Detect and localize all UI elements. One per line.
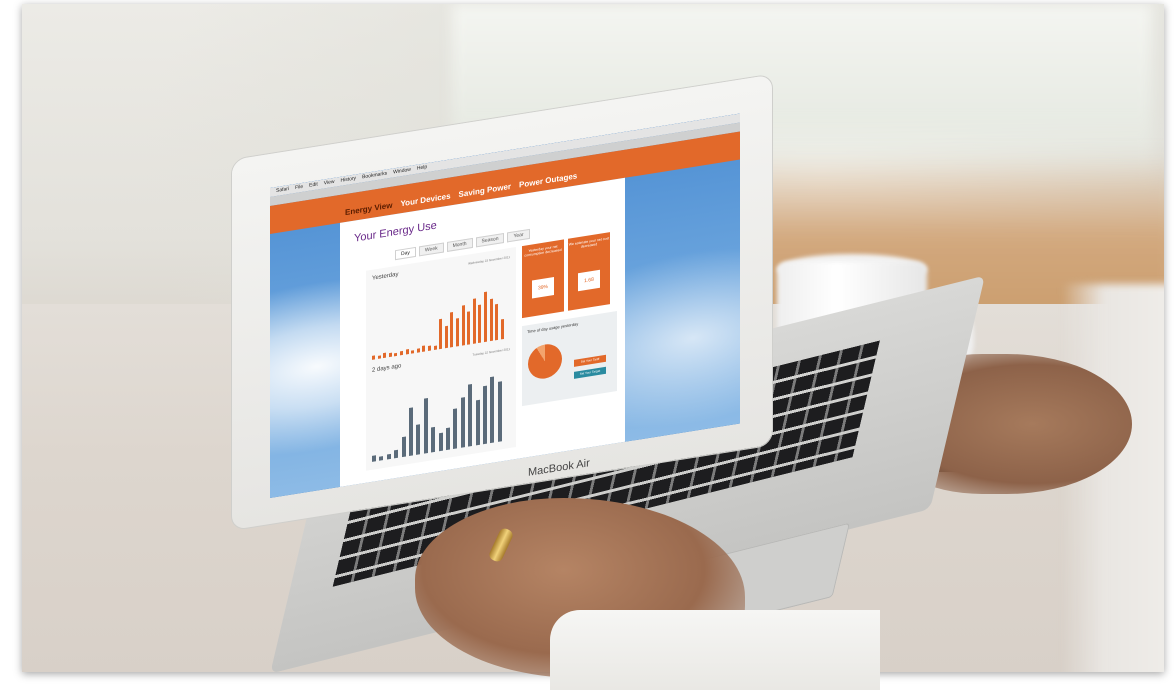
- chart-2days-date: Tuesday 22 November 2011: [472, 346, 510, 357]
- tab-day[interactable]: Day: [395, 246, 416, 261]
- chart-yesterday-bar: [411, 350, 415, 354]
- chart-yesterday-bar: [500, 318, 504, 340]
- chart-yesterday-bar: [456, 318, 459, 347]
- chart-2days-bar: [438, 432, 443, 452]
- chart-2days-bar: [490, 376, 495, 444]
- chart-yesterday-bar: [400, 350, 403, 356]
- chart-yesterday-bar: [388, 352, 392, 358]
- chart-2days-bar: [431, 426, 436, 453]
- chart-yesterday-bar: [394, 352, 398, 357]
- set-target-button[interactable]: Set Your Target: [574, 366, 606, 379]
- tab-year[interactable]: Year: [507, 228, 530, 243]
- consumption-card-text: Yesterday your net consumption decreased: [524, 244, 562, 258]
- chart-yesterday-bar: [383, 352, 387, 359]
- chart-yesterday-bar: [467, 311, 471, 345]
- chart-yesterday-bar: [433, 345, 437, 351]
- cost-card-text: We estimate your net cost decreased: [568, 236, 610, 249]
- chart-yesterday-bars: [372, 268, 512, 360]
- chart-yesterday-bar: [372, 355, 375, 360]
- chart-2days-bar: [483, 385, 487, 445]
- left-shirt-cuff: [550, 610, 880, 690]
- cost-card: We estimate your net cost decreased 1.68: [568, 232, 610, 311]
- chart-yesterday-bar: [478, 304, 482, 343]
- usage-charts: Yesterday Wednesday 23 November 2011 2 d…: [366, 247, 516, 471]
- chart-2days-bar: [379, 456, 384, 461]
- chart-2days-bar: [401, 436, 406, 458]
- tab-season[interactable]: Season: [475, 232, 505, 248]
- chart-2days-bar: [372, 455, 376, 462]
- chart-2days-bar: [453, 408, 458, 449]
- consumption-card-value: 39%: [532, 277, 554, 299]
- time-of-day-widget: Time of day usage yesterday Set Your Tar…: [522, 311, 617, 407]
- chart-2days-bar: [386, 453, 391, 460]
- chart-2days-bar: [468, 383, 473, 447]
- chart-2days-bar: [394, 449, 399, 459]
- cost-card-value: 1.68: [578, 269, 600, 292]
- chart-yesterday-bar: [489, 298, 493, 342]
- tab-week[interactable]: Week: [418, 242, 444, 257]
- chart-2days-bar: [460, 397, 465, 448]
- chart-yesterday-bar: [484, 291, 487, 343]
- chart-2days-bar: [409, 407, 413, 456]
- chart-yesterday-bar: [377, 355, 381, 359]
- chart-yesterday-bar: [495, 303, 499, 341]
- chart-yesterday-date: Wednesday 23 November 2011: [468, 254, 510, 266]
- chart-yesterday-bar: [472, 298, 476, 344]
- chart-2days-bar: [423, 398, 428, 454]
- chart-yesterday-bar: [439, 318, 443, 350]
- chart-yesterday-bar: [428, 345, 431, 351]
- chart-yesterday-bar: [422, 345, 426, 352]
- chart-2days-bar: [497, 381, 502, 442]
- chart-2days-bar: [446, 427, 450, 451]
- chart-yesterday-bar: [444, 325, 448, 349]
- time-of-day-title: Time of day usage yesterday: [527, 321, 579, 335]
- tab-month[interactable]: Month: [446, 237, 473, 253]
- chart-yesterday-bar: [450, 311, 454, 348]
- set-tariff-button[interactable]: Set Your Tariff: [574, 354, 606, 367]
- time-of-day-pie: [528, 341, 562, 382]
- chart-2days-bars: [372, 360, 512, 462]
- chart-yesterday-bar: [405, 349, 409, 355]
- chart-yesterday-label: Yesterday: [372, 271, 399, 282]
- chart-2days-bar: [475, 399, 480, 446]
- page-title: Your Energy Use: [354, 219, 437, 245]
- consumption-card: Yesterday your net consumption decreased…: [522, 239, 564, 319]
- energy-panel: Your Energy Use Day Week Month Season Ye…: [340, 177, 625, 493]
- chart-2days-bar: [416, 424, 421, 455]
- chart-2days-label: 2 days ago: [372, 363, 402, 374]
- chart-yesterday-bar: [416, 348, 420, 353]
- chart-yesterday-bar: [461, 305, 465, 346]
